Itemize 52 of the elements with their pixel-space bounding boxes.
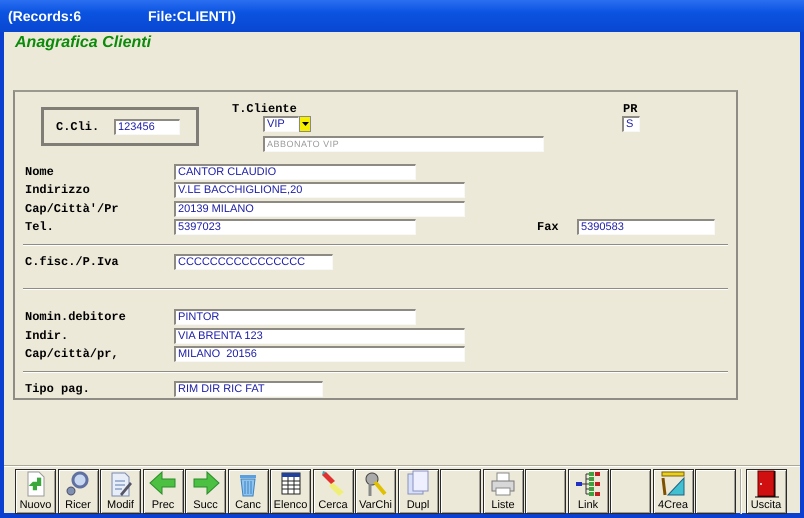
- toolbar-button[interactable]: [695, 469, 736, 514]
- field-label: C.fisc./P.Iva: [25, 254, 120, 269]
- toolbar-button[interactable]: Modif: [100, 469, 141, 514]
- toolbar-button[interactable]: Succ: [185, 469, 226, 514]
- toolbar-button[interactable]: Canc: [228, 469, 268, 514]
- toolbar-button[interactable]: [440, 469, 481, 514]
- left-arrow-icon: [148, 470, 178, 498]
- records-count: (Records:6: [8, 8, 82, 24]
- field-label: T.Cliente: [232, 103, 298, 116]
- right-arrow-icon: [190, 470, 220, 498]
- toolbar-button[interactable]: Nuovo: [15, 469, 56, 514]
- tree-diagram-icon: [573, 470, 603, 498]
- field-label: C.Cli.: [56, 120, 100, 134]
- field-label: PR: [623, 103, 638, 116]
- input-field[interactable]: S: [622, 116, 640, 132]
- input-field[interactable]: 5397023: [174, 219, 416, 236]
- input-field[interactable]: VIA BRENTA 123: [174, 328, 465, 344]
- field-label: Nome: [25, 164, 55, 179]
- input-field[interactable]: MILANO 20156: [174, 346, 465, 362]
- file-name: File:CLIENTI): [148, 8, 236, 24]
- dropdown-button[interactable]: [299, 116, 311, 132]
- toolbar-button[interactable]: Prec: [142, 469, 184, 514]
- input-field[interactable]: RIM DIR RIC FAT: [174, 380, 323, 397]
- input-field[interactable]: CCCCCCCCCCCCCCCC: [174, 254, 333, 270]
- field-label: Cap/Città'/Pr: [25, 202, 120, 216]
- field-label: Nomin.debitore: [25, 310, 127, 324]
- toolbar-button[interactable]: VarChi: [355, 469, 396, 514]
- exit-button[interactable]: Uscita: [746, 469, 786, 514]
- field-label: Indirizzo: [25, 183, 91, 198]
- field-label: Indir.: [25, 328, 70, 343]
- combo-field[interactable]: VIP: [263, 116, 299, 132]
- toolbar-button[interactable]: Ricer: [58, 469, 98, 514]
- input-field[interactable]: 123456: [114, 118, 180, 134]
- toolbar-button[interactable]: [525, 469, 566, 514]
- caret-icon: [302, 122, 308, 126]
- field-label: Fax: [537, 220, 560, 234]
- input-field[interactable]: PINTOR: [174, 309, 416, 326]
- field-label: Tel.: [25, 220, 55, 234]
- toolbar-button[interactable]: Cerca: [312, 469, 354, 514]
- input-field[interactable]: 5390583: [577, 219, 715, 236]
- toolbar-button[interactable]: Elenco: [270, 469, 311, 514]
- input-field[interactable]: CANTOR CLAUDIO: [174, 164, 416, 180]
- field-label: Tipo pag.: [25, 382, 91, 396]
- form-title: Anagrafica Clienti: [15, 34, 152, 52]
- input-field[interactable]: V.LE BACCHIGLIONE,20: [174, 182, 465, 198]
- toolbar-button[interactable]: [610, 469, 651, 514]
- input-field[interactable]: 20139 MILANO: [174, 200, 465, 217]
- field-label: Cap/città/pr,: [25, 347, 120, 362]
- toolbar-button[interactable]: Link: [568, 469, 608, 514]
- toolbar-button[interactable]: Dupl: [398, 469, 438, 514]
- toolbar-button[interactable]: Liste: [482, 469, 524, 514]
- toolbar-button[interactable]: 4Crea: [652, 469, 694, 514]
